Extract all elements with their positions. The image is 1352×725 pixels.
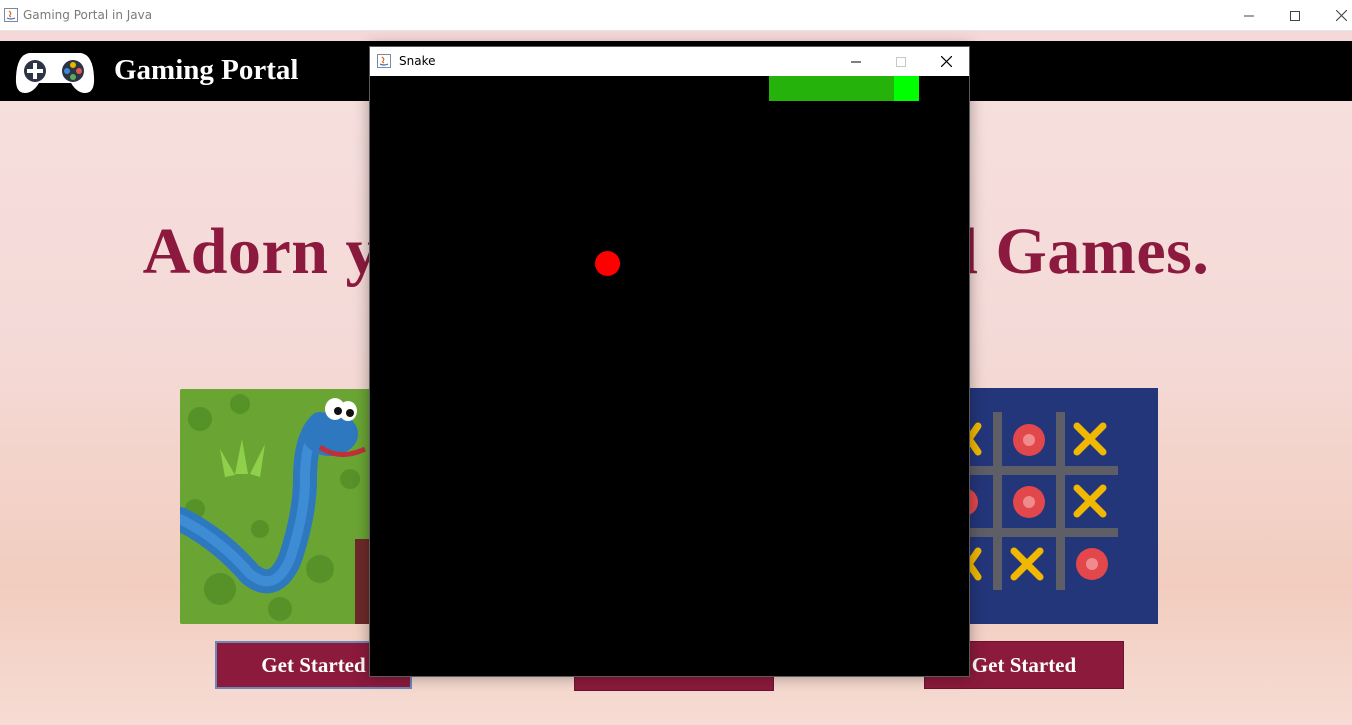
top-strip: [0, 31, 1352, 41]
snake-game-image: [180, 389, 380, 624]
tictactoe-game-image: [950, 388, 1158, 624]
snake-window-titlebar[interactable]: Snake: [370, 47, 969, 76]
snake-close-button[interactable]: [923, 47, 969, 76]
maximize-button[interactable]: [1272, 0, 1318, 31]
java-app-icon: [4, 8, 18, 22]
snake-body: [769, 76, 894, 101]
minimize-icon: [851, 61, 861, 62]
minimize-icon: [1244, 15, 1254, 16]
window-title: Gaming Portal in Java: [23, 8, 153, 22]
close-icon: [1335, 10, 1347, 21]
snake-window-title: Snake: [399, 54, 436, 68]
maximize-icon: [896, 56, 906, 67]
close-icon: [940, 56, 952, 67]
snake-window[interactable]: Snake: [369, 46, 970, 677]
minimize-button[interactable]: [1226, 0, 1272, 31]
close-button[interactable]: [1318, 0, 1352, 31]
snake-head: [894, 76, 919, 101]
maximize-icon: [1290, 10, 1300, 21]
brand-title: Gaming Portal: [114, 54, 299, 86]
snake-maximize-button: [878, 47, 924, 76]
snake-minimize-button[interactable]: [833, 47, 879, 76]
snake-game-board[interactable]: [370, 76, 969, 676]
apple-food: [595, 251, 620, 276]
main-window-titlebar[interactable]: Gaming Portal in Java: [0, 0, 1352, 31]
gamepad-logo-icon: [15, 49, 95, 95]
java-app-icon: [377, 54, 391, 68]
